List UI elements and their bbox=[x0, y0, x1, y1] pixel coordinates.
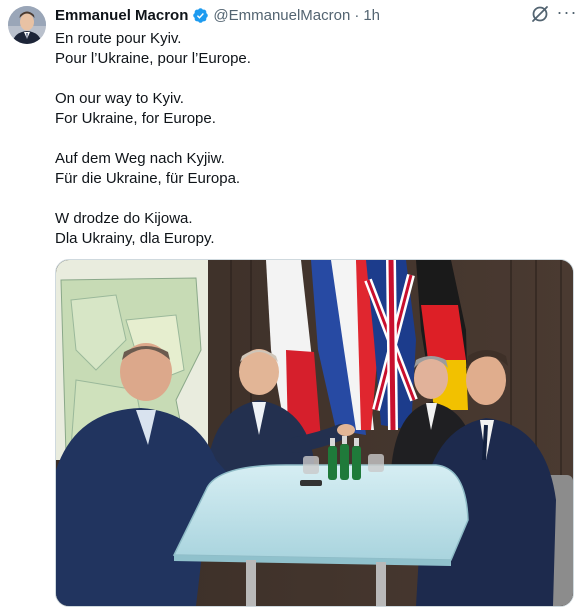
author-display-name[interactable]: Emmanuel Macron bbox=[55, 7, 188, 24]
tweet-paragraph-fr: En route pour Kyiv. Pour l’Ukraine, pour… bbox=[55, 29, 565, 69]
tweet-line: On our way to Kyiv. bbox=[55, 90, 184, 107]
tweet-paragraph-pl: W drodze do Kijowa. Dla Ukrainy, dla Eur… bbox=[55, 209, 565, 249]
tweet-line: En route pour Kyiv. bbox=[55, 30, 182, 47]
tweet-line: W drodze do Kijowa. bbox=[55, 210, 193, 227]
verified-badge-icon bbox=[192, 7, 209, 24]
photo-illustration bbox=[56, 260, 573, 606]
tweet-line: For Ukraine, for Europe. bbox=[55, 110, 216, 127]
tweet-paragraph-de: Auf dem Weg nach Kyjiw. Für die Ukraine,… bbox=[55, 149, 565, 189]
tweet-text: En route pour Kyiv. Pour l’Ukraine, pour… bbox=[55, 29, 565, 269]
tweet-line: Auf dem Weg nach Kyjiw. bbox=[55, 150, 225, 167]
more-icon[interactable]: ··· bbox=[556, 1, 578, 23]
tweet-line: Für die Ukraine, für Europa. bbox=[55, 170, 241, 187]
tweet-photo[interactable] bbox=[55, 259, 574, 607]
avatar-image bbox=[8, 6, 46, 44]
post-timestamp[interactable]: 1h bbox=[363, 7, 380, 24]
tweet-line: Dla Ukrainy, dla Europy. bbox=[55, 230, 215, 247]
header-separator: · bbox=[354, 6, 360, 24]
tweet-line: Pour l’Ukraine, pour l’Europe. bbox=[55, 50, 251, 67]
author-handle[interactable]: @EmmanuelMacron bbox=[213, 7, 350, 24]
avatar[interactable] bbox=[8, 6, 46, 44]
tweet-header: Emmanuel Macron @EmmanuelMacron · 1h bbox=[55, 5, 580, 25]
tweet-paragraph-en: On our way to Kyiv. For Ukraine, for Eur… bbox=[55, 89, 565, 129]
grok-icon[interactable] bbox=[530, 4, 550, 24]
